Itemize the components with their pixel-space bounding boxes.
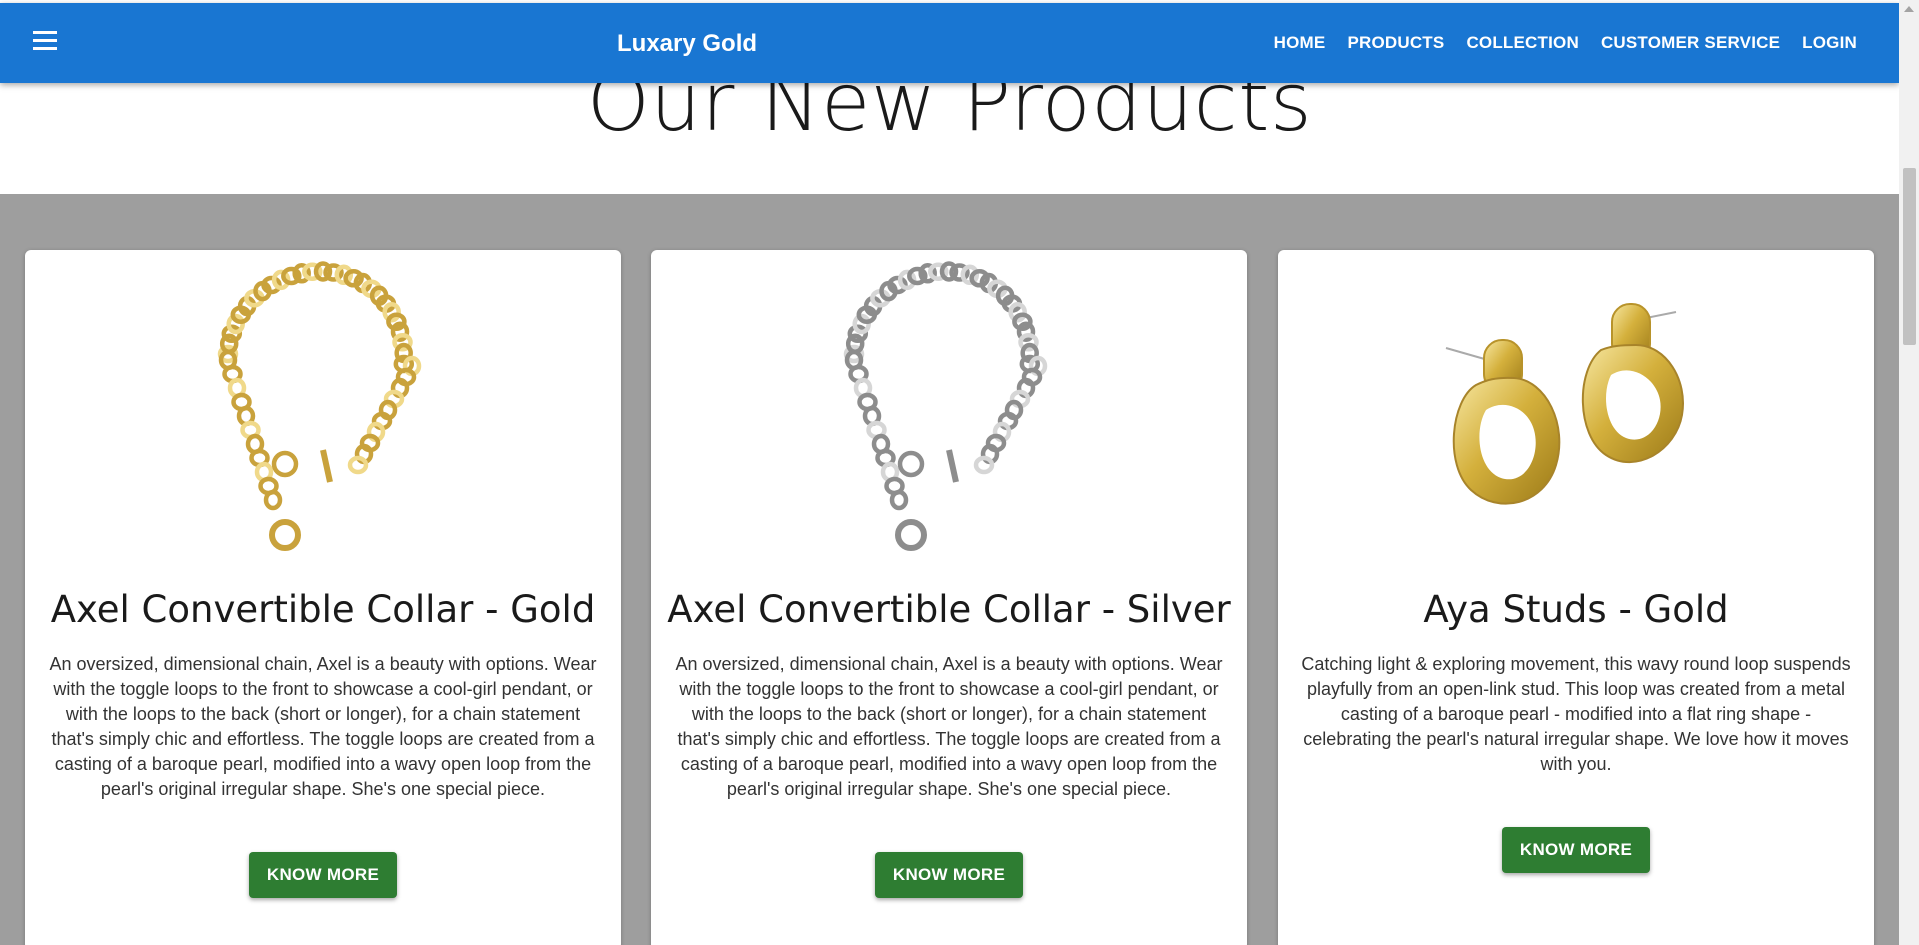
silver-chain-collar-image[interactable] — [799, 250, 1099, 560]
product-title: Axel Convertible Collar - Silver — [667, 588, 1231, 631]
nav-links: HOME PRODUCTS COLLECTION CUSTOMER SERVIC… — [1274, 31, 1857, 55]
nav-collection[interactable]: COLLECTION — [1466, 31, 1579, 55]
product-title: Aya Studs - Gold — [1423, 588, 1729, 631]
know-more-button[interactable]: KNOW MORE — [249, 852, 397, 898]
know-more-button[interactable]: KNOW MORE — [1502, 827, 1650, 873]
know-more-button[interactable]: KNOW MORE — [875, 852, 1023, 898]
gold-loop-stud-earrings-image[interactable] — [1426, 250, 1726, 560]
nav-login[interactable]: LOGIN — [1802, 31, 1857, 55]
scrollbar-thumb[interactable] — [1903, 168, 1916, 345]
product-card: Aya Studs - Gold Catching light & explor… — [1278, 250, 1874, 945]
product-description: Catching light & exploring movement, thi… — [1301, 654, 1851, 774]
page: Our New Products Axel Convertible Collar… — [0, 0, 1899, 945]
product-card: Axel Convertible Collar - Silver An over… — [651, 250, 1247, 945]
nav-home[interactable]: HOME — [1274, 31, 1326, 55]
product-description: An oversized, dimensional chain, Axel is… — [49, 654, 597, 799]
product-description: An oversized, dimensional chain, Axel is… — [675, 654, 1223, 799]
product-grid: Axel Convertible Collar - Gold An oversi… — [25, 250, 1874, 945]
brand-title[interactable]: Luxary Gold — [617, 29, 757, 59]
hamburger-menu-icon[interactable] — [33, 31, 57, 53]
nav-products[interactable]: PRODUCTS — [1347, 31, 1444, 55]
product-card: Axel Convertible Collar - Gold An oversi… — [25, 250, 621, 945]
gold-chain-collar-image[interactable] — [173, 250, 473, 560]
product-title: Axel Convertible Collar - Gold — [50, 588, 596, 631]
scroll-up-arrow-icon[interactable] — [1904, 6, 1914, 12]
nav-customer-service[interactable]: CUSTOMER SERVICE — [1601, 31, 1780, 55]
page-scrollbar[interactable] — [1899, 0, 1919, 945]
top-navbar: Luxary Gold HOME PRODUCTS COLLECTION CUS… — [0, 3, 1899, 83]
